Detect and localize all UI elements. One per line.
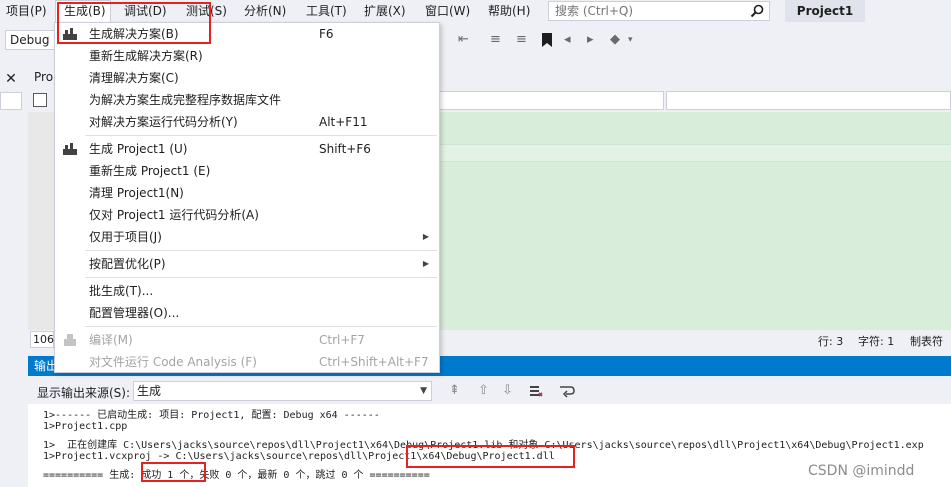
menu-extensions[interactable]: 扩展(X) (364, 0, 406, 22)
outdent-icon[interactable]: ⇤ (458, 33, 469, 47)
close-icon[interactable]: ✕ (0, 68, 22, 90)
annotation-box-success-count (141, 462, 206, 482)
menu-item-label: 配置管理器(O)... (89, 306, 180, 320)
menu-item-label: 仅对 Project1 运行代码分析(A) (89, 208, 259, 222)
menu-analyze[interactable]: 分析(N) (244, 0, 286, 22)
submenu-arrow-icon: ▶ (422, 232, 429, 241)
submenu-arrow-icon: ▶ (422, 259, 429, 268)
menu-item-rebuild-project[interactable]: 重新生成 Project1 (E) (55, 160, 439, 182)
menu-item-configuration-manager[interactable]: 配置管理器(O)... (55, 302, 439, 324)
menu-item-shortcut: Ctrl+Shift+Alt+F7 (319, 355, 429, 369)
menu-item-label: 对解决方案运行代码分析(Y) (89, 115, 238, 129)
output-line: 1>Project1.cpp (43, 421, 128, 432)
menu-item-compile[interactable]: 编译(M) Ctrl+F7 (55, 329, 439, 351)
bookmark-icon[interactable] (541, 33, 553, 47)
menu-item-label: 对文件运行 Code Analysis (F) (89, 355, 257, 369)
menu-item-shortcut: F6 (319, 27, 334, 41)
clear-all-icon[interactable] (529, 384, 543, 398)
class-icon[interactable] (33, 93, 47, 107)
menu-item-shortcut: Ctrl+F7 (319, 333, 365, 347)
build-menu: 生成解决方案(B) F6 重新生成解决方案(R) 清理解决方案(C) 为解决方案… (54, 22, 440, 373)
menu-item-batch-build[interactable]: 批生成(T)... (55, 280, 439, 302)
uncomment-icon[interactable]: ≡ (516, 33, 527, 47)
menu-item-rebuild-solution[interactable]: 重新生成解决方案(R) (55, 45, 439, 67)
solution-title: Project1 (785, 0, 865, 22)
menu-item-analyze-project[interactable]: 仅对 Project1 运行代码分析(A) (55, 204, 439, 226)
editor-gutter (28, 112, 54, 330)
menu-item-shortcut: Shift+F6 (319, 142, 371, 156)
output-line: ========== 生成: 成功 1 个，失败 0 个，最新 0 个，跳过 0… (43, 470, 430, 481)
menu-window[interactable]: 窗口(W) (425, 0, 470, 22)
search-icon[interactable] (749, 3, 765, 19)
word-wrap-icon[interactable] (559, 384, 575, 398)
go-to-line-icon[interactable]: ⇞ (449, 384, 460, 398)
menu-item-label: 生成 Project1 (U) (89, 142, 188, 156)
output-source-label: 显示输出来源(S): (37, 386, 131, 400)
menu-item-label: 重新生成 Project1 (E) (89, 164, 211, 178)
menu-item-project-only[interactable]: 仅用于项目(J) ▶ (55, 226, 439, 248)
menu-item-build-project[interactable]: 生成 Project1 (U) Shift+F6 (55, 138, 439, 160)
menu-item-label: 仅用于项目(J) (89, 230, 162, 244)
menu-item-file-code-analysis[interactable]: 对文件运行 Code Analysis (F) Ctrl+Shift+Alt+F… (55, 351, 439, 373)
configuration-select[interactable]: Debug (5, 30, 59, 50)
search-box[interactable] (548, 1, 770, 21)
output-source-select[interactable]: 生成 ▼ (133, 381, 432, 401)
clear-bookmark-icon[interactable]: ◆ (610, 33, 620, 47)
menu-item-label: 批生成(T)... (89, 284, 154, 298)
compile-icon (64, 334, 76, 346)
prev-message-icon[interactable]: ⇧ (478, 384, 489, 398)
function-combo[interactable] (666, 91, 951, 110)
menu-separator (85, 326, 437, 327)
column-indicator: 字符: 1 (858, 335, 895, 348)
prev-bookmark-icon[interactable]: ◂ (564, 33, 571, 47)
menu-item-label: 按配置优化(P) (89, 257, 166, 271)
menu-item-label: 编译(M) (89, 333, 133, 347)
comment-icon[interactable]: ≡ (490, 33, 501, 47)
output-line: 1>------ 已启动生成: 项目: Project1, 配置: Debug … (43, 410, 380, 421)
menu-item-generate-pdb[interactable]: 为解决方案生成完整程序数据库文件 (55, 89, 439, 111)
menu-project[interactable]: 项目(P) (6, 0, 47, 22)
menu-item-label: 清理解决方案(C) (89, 71, 179, 85)
menu-item-pgo[interactable]: 按配置优化(P) ▶ (55, 253, 439, 275)
annotation-box-dll-path (406, 445, 575, 468)
menu-item-clean-solution[interactable]: 清理解决方案(C) (55, 67, 439, 89)
tabs-indicator: 制表符 (910, 335, 943, 348)
member-combo[interactable] (438, 91, 664, 110)
annotation-box-build-menu (57, 2, 211, 44)
menu-item-label: 为解决方案生成完整程序数据库文件 (89, 93, 282, 107)
menu-separator (85, 277, 437, 278)
output-source-value: 生成 (137, 384, 162, 398)
search-input[interactable] (549, 2, 745, 20)
menu-item-shortcut: Alt+F11 (319, 115, 368, 129)
menu-separator (85, 250, 437, 251)
menu-item-clean-project[interactable]: 清理 Project1(N) (55, 182, 439, 204)
chevron-down-icon: ▼ (420, 386, 427, 396)
next-bookmark-icon[interactable]: ▸ (587, 33, 594, 47)
build-project-icon (63, 143, 77, 155)
left-panel-dropdown[interactable] (0, 92, 22, 110)
line-indicator: 行: 3 (818, 335, 844, 348)
watermark: CSDN @imindd (808, 463, 915, 479)
zoom-level[interactable]: 106 (30, 331, 54, 348)
menu-item-label: 清理 Project1(N) (89, 186, 184, 200)
menu-item-label: 重新生成解决方案(R) (89, 49, 203, 63)
menu-tools[interactable]: 工具(T) (306, 0, 347, 22)
menu-separator (85, 135, 437, 136)
toolbar-overflow-icon[interactable]: ▾ (628, 33, 633, 47)
menu-help[interactable]: 帮助(H) (488, 0, 530, 22)
next-message-icon[interactable]: ⇩ (502, 384, 513, 398)
menu-item-analyze-solution[interactable]: 对解决方案运行代码分析(Y) Alt+F11 (55, 111, 439, 133)
